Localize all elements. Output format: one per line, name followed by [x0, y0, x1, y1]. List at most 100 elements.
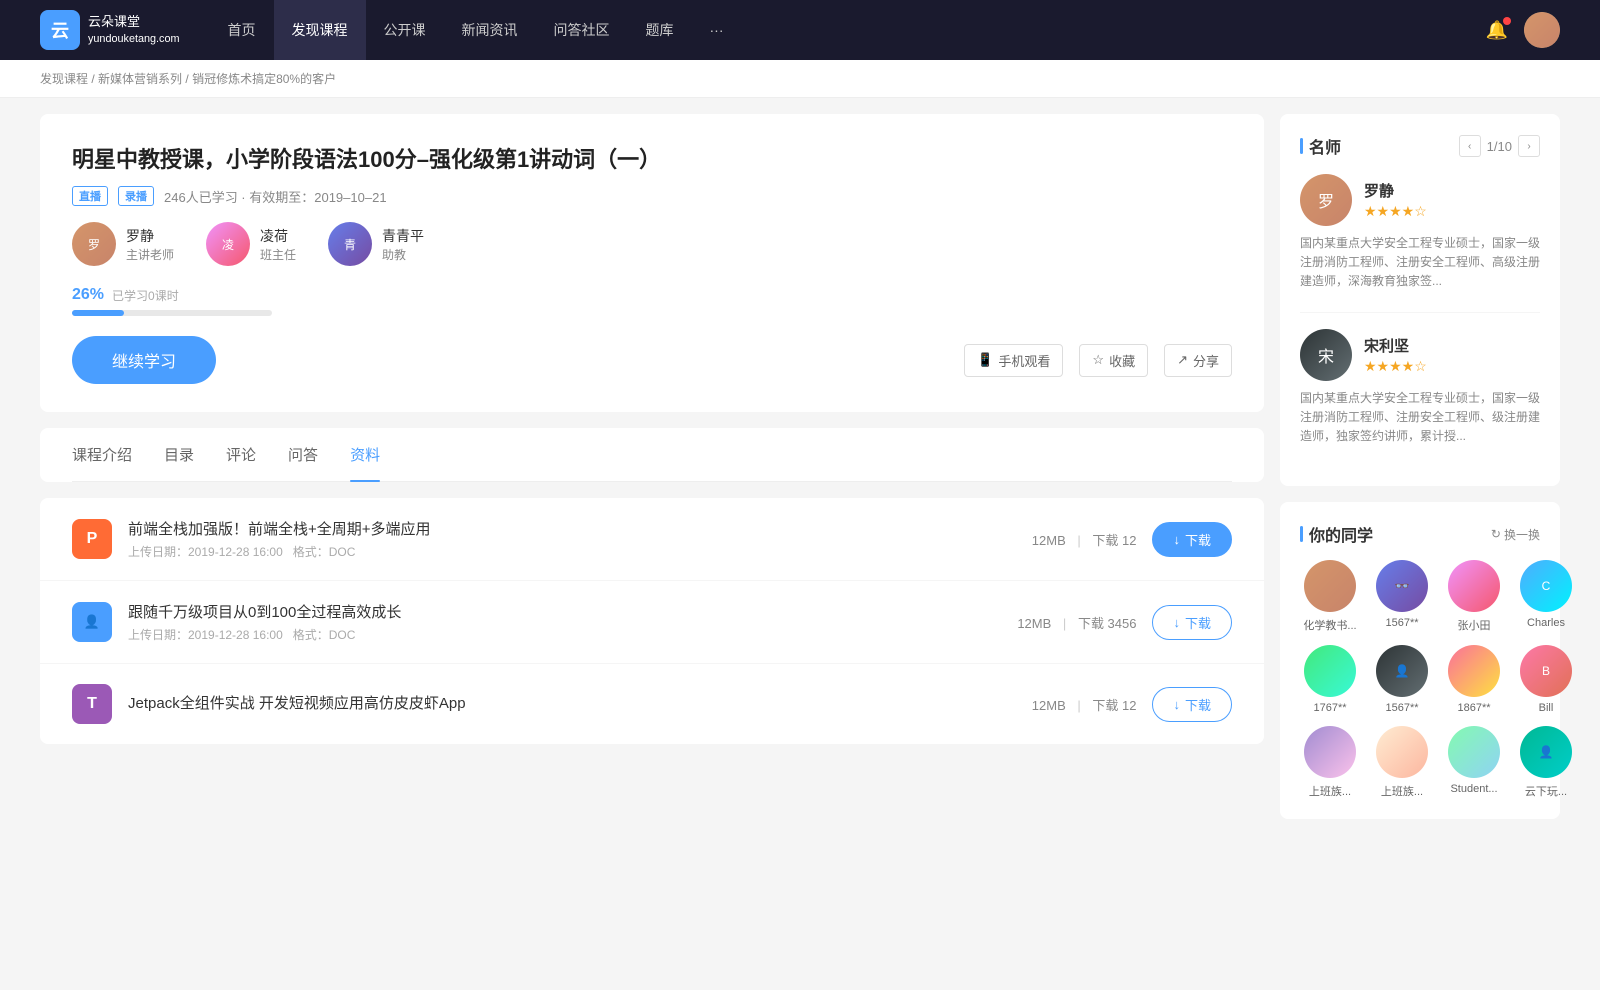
logo-text: 云朵课堂yundouketang.com	[88, 14, 180, 46]
teacher-info-3: 青青平 助教	[382, 226, 424, 263]
file-meta-2: 上传日期：2019-12-28 16:00 格式：DOC	[128, 626, 1001, 643]
teacher-name-3: 青青平	[382, 226, 424, 246]
file-name-2: 跟随千万级项目从0到100全过程高效成长	[128, 601, 1001, 622]
file-info-3: Jetpack全组件实战 开发短视频应用高仿皮皮虾App	[128, 692, 1016, 717]
file-info-1: 前端全栈加强版！前端全栈+全周期+多端应用 上传日期：2019-12-28 16…	[128, 518, 1016, 560]
classmate-name-12: 云下玩...	[1516, 783, 1576, 799]
teacher-avatar-3: 青	[328, 222, 372, 266]
teacher-name-1: 罗静	[126, 226, 174, 246]
teacher-panel-desc-1: 国内某重点大学安全工程专业硕士，国家一级注册消防工程师、注册安全工程师、高级注册…	[1300, 234, 1540, 292]
file-icon-1: P	[72, 519, 112, 559]
breadcrumb: 发现课程 / 新媒体营销系列 / 销冠修炼术搞定80%的客户	[0, 60, 1600, 98]
course-meta: 直播 录播 246人已学习 · 有效期至：2019–10–21	[72, 186, 1232, 206]
course-info: 246人已学习 · 有效期至：2019–10–21	[164, 187, 387, 206]
teachers-next-button[interactable]: ›	[1518, 135, 1540, 157]
file-icon-2: 👤	[72, 602, 112, 642]
teachers-panel-header: 名师 ‹ 1/10 ›	[1300, 134, 1540, 158]
classmate-avatar-12: 👤	[1520, 726, 1572, 778]
refresh-icon: ↻	[1491, 527, 1501, 541]
file-name-3: Jetpack全组件实战 开发短视频应用高仿皮皮虾App	[128, 692, 1016, 713]
notification-dot	[1503, 17, 1511, 25]
classmate-avatar-4: C	[1520, 560, 1572, 612]
collect-button[interactable]: ☆ 收藏	[1079, 344, 1148, 377]
classmate-item-6[interactable]: 👤 1567**	[1372, 645, 1432, 714]
download-icon-2: ↓	[1173, 615, 1180, 630]
user-avatar[interactable]	[1524, 12, 1560, 48]
breadcrumb-item-series[interactable]: 新媒体营销系列	[98, 72, 182, 86]
download-button-2[interactable]: ↓ 下载	[1152, 605, 1232, 640]
tab-materials[interactable]: 资料	[350, 428, 380, 481]
classmates-refresh-button[interactable]: ↻ 换一换	[1491, 526, 1540, 543]
progress-label: 26% 已学习0课时	[72, 286, 1232, 304]
actions-row: 继续学习 📱 手机观看 ☆ 收藏 ↗ 分享	[72, 336, 1232, 384]
classmate-name-9: 上班族...	[1300, 783, 1360, 799]
classmates-title: 你的同学	[1300, 522, 1373, 546]
files-section: P 前端全栈加强版！前端全栈+全周期+多端应用 上传日期：2019-12-28 …	[40, 498, 1264, 744]
download-label-3: 下载	[1185, 695, 1211, 714]
teacher-role-1: 主讲老师	[126, 246, 174, 263]
classmate-item-5[interactable]: 1767**	[1300, 645, 1360, 714]
breadcrumb-item-discover[interactable]: 发现课程	[40, 72, 88, 86]
classmate-name-2: 1567**	[1372, 617, 1432, 629]
teacher-panel-avatar-1: 罗	[1300, 174, 1352, 226]
classmate-avatar-1	[1304, 560, 1356, 612]
share-label: 分享	[1193, 351, 1219, 370]
classmate-avatar-6: 👤	[1376, 645, 1428, 697]
nav-item-quiz[interactable]: 题库	[628, 0, 692, 60]
tab-intro[interactable]: 课程介绍	[72, 428, 132, 481]
breadcrumb-item-current: 销冠修炼术搞定80%的客户	[192, 72, 336, 86]
progress-percent: 26%	[72, 286, 104, 304]
download-button-1[interactable]: ↓ 下载	[1152, 522, 1232, 557]
classmate-name-5: 1767**	[1300, 702, 1360, 714]
classmate-item-9[interactable]: 上班族...	[1300, 726, 1360, 799]
classmate-item-1[interactable]: 化学教书...	[1300, 560, 1360, 633]
teacher-avatar-2: 凌	[206, 222, 250, 266]
nav-item-more[interactable]: ···	[692, 0, 742, 60]
classmate-item-4[interactable]: C Charles	[1516, 560, 1576, 633]
classmates-header: 你的同学 ↻ 换一换	[1300, 522, 1540, 546]
share-button[interactable]: ↗ 分享	[1164, 344, 1232, 377]
classmate-avatar-5	[1304, 645, 1356, 697]
tab-qa[interactable]: 问答	[288, 428, 318, 481]
classmate-avatar-11	[1448, 726, 1500, 778]
classmate-avatar-7	[1448, 645, 1500, 697]
progress-bar-fill	[72, 310, 124, 316]
classmate-name-8: Bill	[1516, 702, 1576, 714]
nav-item-news[interactable]: 新闻资讯	[444, 0, 536, 60]
classmate-item-11[interactable]: Student...	[1444, 726, 1504, 799]
progress-section: 26% 已学习0课时	[72, 286, 1232, 316]
teacher-panel-header-2: 宋 宋利坚 ★★★★☆	[1300, 329, 1540, 381]
classmate-item-2[interactable]: 👓 1567**	[1372, 560, 1432, 633]
file-stats-3: 12MB | 下载 12	[1032, 695, 1137, 714]
file-item-1: P 前端全栈加强版！前端全栈+全周期+多端应用 上传日期：2019-12-28 …	[40, 498, 1264, 581]
mobile-watch-button[interactable]: 📱 手机观看	[964, 344, 1063, 377]
classmate-item-10[interactable]: 上班族...	[1372, 726, 1432, 799]
teacher-panel-name-1: 罗静	[1364, 180, 1427, 201]
progress-bar-bg	[72, 310, 272, 316]
course-header-card: 明星中教授课，小学阶段语法100分–强化级第1讲动词（一） 直播 录播 246人…	[40, 114, 1264, 412]
tab-catalog[interactable]: 目录	[164, 428, 194, 481]
download-button-3[interactable]: ↓ 下载	[1152, 687, 1232, 722]
teacher-panel-stars-2: ★★★★☆	[1364, 358, 1427, 375]
download-icon-3: ↓	[1173, 697, 1180, 712]
teacher-role-2: 班主任	[260, 246, 296, 263]
classmate-item-12[interactable]: 👤 云下玩...	[1516, 726, 1576, 799]
classmate-name-7: 1867**	[1444, 702, 1504, 714]
classmate-name-6: 1567**	[1372, 702, 1432, 714]
nav-item-home[interactable]: 首页	[210, 0, 274, 60]
classmate-avatar-2: 👓	[1376, 560, 1428, 612]
teachers-prev-button[interactable]: ‹	[1459, 135, 1481, 157]
tab-review[interactable]: 评论	[226, 428, 256, 481]
classmate-item-3[interactable]: 张小田	[1444, 560, 1504, 633]
nav-item-open[interactable]: 公开课	[366, 0, 444, 60]
collect-icon: ☆	[1092, 352, 1104, 368]
classmate-item-8[interactable]: B Bill	[1516, 645, 1576, 714]
nav-item-qa[interactable]: 问答社区	[536, 0, 628, 60]
nav-item-discover[interactable]: 发现课程	[274, 0, 366, 60]
continue-button[interactable]: 继续学习	[72, 336, 216, 384]
teacher-panel-name-2: 宋利坚	[1364, 335, 1427, 356]
classmate-item-7[interactable]: 1867**	[1444, 645, 1504, 714]
bell-icon[interactable]: 🔔	[1486, 20, 1508, 41]
teacher-item-3: 青 青青平 助教	[328, 222, 424, 266]
logo[interactable]: 云 云朵课堂yundouketang.com	[40, 10, 180, 50]
